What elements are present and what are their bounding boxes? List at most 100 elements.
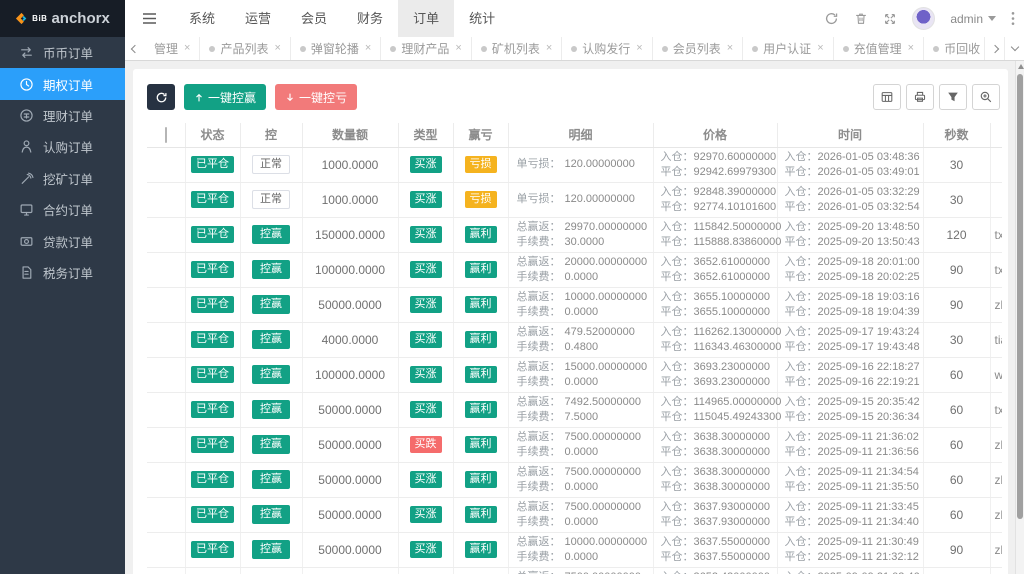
control-button[interactable]: 控赢 xyxy=(252,365,290,384)
control-button[interactable]: 控赢 xyxy=(252,295,290,314)
control-button[interactable]: 控赢 xyxy=(252,400,290,419)
result-cell: 赢利 xyxy=(453,567,509,574)
nav-item-statistic[interactable]: 统计 xyxy=(454,0,510,37)
tab-close-icon[interactable]: × xyxy=(817,43,823,54)
tab-miner-list[interactable]: 矿机列表 × xyxy=(472,37,563,60)
tab-close-icon[interactable]: × xyxy=(274,43,280,54)
top-nav: 系统 运营 会员 财务 订单 统计 xyxy=(174,0,510,37)
control-cell: 正常 xyxy=(240,147,303,183)
tab-label: 理财产品 xyxy=(401,42,450,56)
control-button[interactable]: 控赢 xyxy=(252,505,290,524)
tab-close-icon[interactable]: × xyxy=(546,43,552,54)
tabs-scroll-left-icon[interactable] xyxy=(125,37,145,60)
fullscreen-icon[interactable] xyxy=(883,12,897,26)
nav-item-operation[interactable]: 运营 xyxy=(230,0,286,37)
control-button[interactable]: 正常 xyxy=(252,155,290,174)
trash-icon[interactable] xyxy=(854,11,868,26)
extra-cell: txid xyxy=(990,217,1002,253)
select-all-checkbox[interactable] xyxy=(164,126,167,143)
finance-icon xyxy=(19,108,34,123)
scrollbar-thumb[interactable] xyxy=(1017,74,1023,519)
table-row: 已平仓 控赢 150000.0000 买涨 赢利 总赢返： 29970.00000000 手续… xyxy=(147,217,1002,253)
status-cell: 已平仓 xyxy=(185,252,241,288)
tabs-scroll-right-icon[interactable] xyxy=(984,37,1004,60)
tab-recharge-manage[interactable]: 充值管理 × xyxy=(834,37,925,60)
tab-user-auth[interactable]: 用户认证 × xyxy=(743,37,834,60)
time-cell: 入仓： 2025-09-17 19:43:24 平仓： 2025-09-17 19:4… xyxy=(777,322,924,358)
detail-cell: 总赢返： 7492.50000000 手续费： 7.5000 xyxy=(508,392,654,428)
nav-item-order[interactable]: 订单 xyxy=(398,0,455,37)
extra-cell: wa xyxy=(990,357,1002,393)
tab-close-icon[interactable]: × xyxy=(908,43,914,54)
control-button[interactable]: 控赢 xyxy=(252,435,290,454)
control-button[interactable]: 控赢 xyxy=(252,540,290,559)
status-cell: 已平仓 xyxy=(185,532,241,568)
type-cell: 买涨 xyxy=(398,357,454,393)
result-cell: 赢利 xyxy=(453,462,509,498)
type-cell: 买涨 xyxy=(398,217,454,253)
detail-cell: 总赢返： 15000.00000000 手续费： 0.0000 xyxy=(508,357,654,393)
sidebar-item-coin-orders[interactable]: 币币订单 xyxy=(0,37,125,68)
table-row: 已平仓 控赢 50000.0000 买涨 赢利 总赢返： 10000.00000000 手续费… xyxy=(147,532,1002,568)
collapse-menu-icon[interactable] xyxy=(125,12,174,25)
time-cell: 入仓： 2025-09-15 20:35:42 平仓： 2025-09-15 20:3… xyxy=(777,392,924,428)
nav-item-system[interactable]: 系统 xyxy=(174,0,230,37)
app-logo[interactable]: BiB anchorx xyxy=(0,0,125,37)
tab-close-icon[interactable]: × xyxy=(727,43,733,54)
tab-close-icon[interactable]: × xyxy=(184,43,190,54)
tab-dot xyxy=(480,45,487,52)
clock-icon xyxy=(19,77,34,92)
force-lose-all-button[interactable]: 一键控亏 xyxy=(275,84,358,110)
row-select-cell xyxy=(147,252,186,288)
seconds-cell: 60 xyxy=(923,567,991,574)
columns-filter-icon[interactable] xyxy=(873,84,901,110)
sidebar-item-label: 认购订单 xyxy=(43,141,94,156)
tab-subscribe-issue[interactable]: 认购发行 × xyxy=(562,37,653,60)
refresh-icon[interactable] xyxy=(824,11,839,26)
nav-item-member[interactable]: 会员 xyxy=(286,0,342,37)
sidebar-item-contract-orders[interactable]: 合约订单 xyxy=(0,194,125,225)
sidebar-item-subscribe-orders[interactable]: 认购订单 xyxy=(0,131,125,162)
tab-product-list[interactable]: 产品列表 × xyxy=(200,37,291,60)
table-tools xyxy=(873,84,1002,110)
time-cell: 入仓：2025-09-09 21:03:46平仓：2025-09-09 21:0… xyxy=(777,567,924,574)
tab-label: 币回收 xyxy=(944,42,981,56)
status-cell: 已平仓 xyxy=(185,392,241,428)
user-menu[interactable]: admin xyxy=(950,12,996,26)
sidebar-item-loan-orders[interactable]: 贷款订单 xyxy=(0,225,125,256)
sidebar-item-mining-orders[interactable]: 挖矿订单 xyxy=(0,163,125,194)
tab-manage[interactable]: 管理 × xyxy=(145,37,201,60)
tab-popup-carousel[interactable]: 弹窗轮播 × xyxy=(291,37,382,60)
search-icon[interactable] xyxy=(972,84,1000,110)
force-win-all-button[interactable]: 一键控赢 xyxy=(184,84,267,110)
col-detail: 明细 xyxy=(508,123,654,148)
sidebar-item-wealth-orders[interactable]: 理财订单 xyxy=(0,100,125,131)
tab-member-list[interactable]: 会员列表 × xyxy=(653,37,744,60)
export-icon[interactable] xyxy=(939,84,967,110)
control-button[interactable]: 正常 xyxy=(252,190,290,209)
tab-close-icon[interactable]: × xyxy=(636,43,642,54)
sidebar-item-option-orders[interactable]: 期权订单 xyxy=(0,68,125,100)
tab-dot xyxy=(299,45,306,52)
control-button[interactable]: 控赢 xyxy=(252,225,290,244)
print-icon[interactable] xyxy=(906,84,934,110)
tabs-dropdown-icon[interactable] xyxy=(1004,37,1024,60)
scrollbar-up-icon[interactable] xyxy=(1017,64,1024,69)
nav-item-finance[interactable]: 财务 xyxy=(342,0,398,37)
result-badge: 赢利 xyxy=(464,331,497,348)
page-scrollbar[interactable] xyxy=(1015,61,1024,574)
table-row: 已平仓 控赢 50000.0000 买跌 赢利 总赢返： 7500.00000000 手续费：… xyxy=(147,427,1002,463)
sidebar-item-tax-orders[interactable]: 税务订单 xyxy=(0,257,125,288)
control-button[interactable]: 控赢 xyxy=(252,260,290,279)
status-badge: 已平仓 xyxy=(191,506,234,523)
refresh-table-button[interactable] xyxy=(147,84,175,110)
tab-close-icon[interactable]: × xyxy=(365,43,371,54)
status-cell: 已平仓 xyxy=(185,287,241,323)
tab-close-icon[interactable]: × xyxy=(455,43,461,54)
avatar[interactable] xyxy=(912,7,936,30)
tab-wealth-product[interactable]: 理财产品 × xyxy=(381,37,472,60)
tab-coin-recycle[interactable]: 币回收× xyxy=(924,37,984,60)
more-options-icon[interactable] xyxy=(1011,11,1015,26)
control-button[interactable]: 控赢 xyxy=(252,470,290,489)
control-button[interactable]: 控赢 xyxy=(252,330,290,349)
